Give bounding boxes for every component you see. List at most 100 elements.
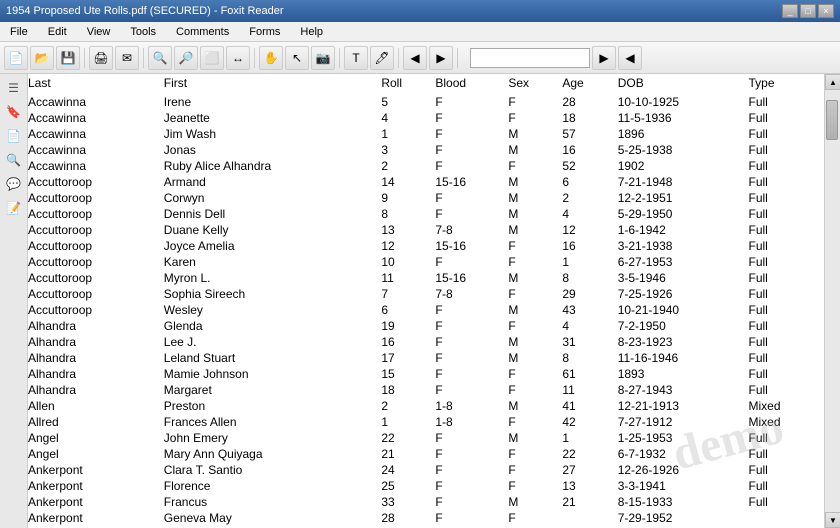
table-cell-6: 6-27-1953	[618, 254, 749, 270]
close-button[interactable]: ×	[818, 4, 834, 18]
table-cell-7: Full	[749, 254, 825, 270]
table-cell-2: 21	[381, 446, 435, 462]
sidebar-bookmark-icon[interactable]: 🔖	[4, 102, 24, 122]
window-title: 1954 Proposed Ute Rolls.pdf (SECURED) - …	[6, 5, 284, 17]
table-cell-4: F	[508, 446, 562, 462]
table-row: AccuttoroopSophia Sireech77-8F297-25-192…	[28, 286, 824, 302]
table-cell-6: 12-21-1913	[618, 398, 749, 414]
open-button[interactable]: 📂	[30, 46, 54, 70]
typewriter-button[interactable]: T	[344, 46, 368, 70]
prev-page-button[interactable]: ◀	[403, 46, 427, 70]
sidebar-comment-icon[interactable]: 💬	[4, 174, 24, 194]
table-cell-2: 19	[381, 318, 435, 334]
table-cell-3: F	[435, 318, 508, 334]
table-cell-6: 8-27-1943	[618, 382, 749, 398]
menu-comments[interactable]: Comments	[170, 24, 235, 40]
search-prev-button[interactable]: ◀	[618, 46, 642, 70]
fit-width-button[interactable]: ↔	[226, 46, 250, 70]
col-roll: Roll	[381, 74, 435, 94]
table-cell-4: F	[508, 382, 562, 398]
menu-file[interactable]: File	[4, 24, 34, 40]
search-input[interactable]	[470, 48, 590, 68]
highlight-button[interactable]: 🖊	[370, 46, 394, 70]
menu-edit[interactable]: Edit	[42, 24, 73, 40]
table-cell-5: 31	[562, 334, 617, 350]
email-button[interactable]: ✉	[115, 46, 139, 70]
table-cell-0: Accuttoroop	[28, 190, 164, 206]
menu-help[interactable]: Help	[294, 24, 329, 40]
table-cell-6: 10-10-1925	[618, 94, 749, 110]
window-controls[interactable]: _ □ ×	[782, 4, 834, 18]
menu-tools[interactable]: Tools	[124, 24, 162, 40]
table-cell-7: Full	[749, 158, 825, 174]
table-cell-6: 7-29-1952	[618, 510, 749, 526]
table-cell-1: Duane Kelly	[164, 222, 382, 238]
table-cell-3: F	[435, 478, 508, 494]
sidebar-hand-icon[interactable]: ☰	[4, 78, 24, 98]
table-cell-3: F	[435, 510, 508, 526]
table-cell-1: Florence	[164, 478, 382, 494]
table-cell-5: 22	[562, 446, 617, 462]
scroll-down-button[interactable]: ▼	[825, 512, 840, 528]
hand-tool-button[interactable]: ✋	[259, 46, 283, 70]
sidebar-page-icon[interactable]: 📄	[4, 126, 24, 146]
table-row: AccawinnaJim Wash1FM571896Full	[28, 126, 824, 142]
table-wrapper: demo Last First Roll Blood Sex Age DOB T…	[28, 74, 840, 528]
fit-page-button[interactable]: ⬜	[200, 46, 224, 70]
zoom-out-button[interactable]: 🔎	[174, 46, 198, 70]
table-cell-1: Leland Stuart	[164, 350, 382, 366]
toolbar: 📄 📂 💾 🖨 ✉ 🔍 🔎 ⬜ ↔ ✋ ↖ 📷 T 🖊 ◀ ▶ ▶ ◀	[0, 42, 840, 74]
table-cell-5: 18	[562, 110, 617, 126]
table-cell-0: Accuttoroop	[28, 254, 164, 270]
table-cell-3: 1-8	[435, 414, 508, 430]
search-go-button[interactable]: ▶	[592, 46, 616, 70]
table-cell-1: Preston	[164, 398, 382, 414]
menu-view[interactable]: View	[81, 24, 117, 40]
table-cell-6: 12-26-1926	[618, 462, 749, 478]
scroll-track[interactable]	[825, 90, 840, 512]
scroll-thumb[interactable]	[826, 100, 838, 140]
table-cell-7: Full	[749, 494, 825, 510]
table-cell-3: F	[435, 366, 508, 382]
print-button[interactable]: 🖨	[89, 46, 113, 70]
table-cell-3: F	[435, 446, 508, 462]
table-cell-1: John Emery	[164, 430, 382, 446]
table-row: AccuttoroopCorwyn9FM212-2-1951Full	[28, 190, 824, 206]
maximize-button[interactable]: □	[800, 4, 816, 18]
table-cell-0: Alhandra	[28, 382, 164, 398]
select-tool-button[interactable]: ↖	[285, 46, 309, 70]
table-cell-3: F	[435, 254, 508, 270]
table-cell-2: 5	[381, 94, 435, 110]
table-row: AngelJohn Emery22FM11-25-1953Full	[28, 430, 824, 446]
table-cell-0: Accuttoroop	[28, 302, 164, 318]
table-cell-2: 9	[381, 190, 435, 206]
table-cell-6: 5-29-1950	[618, 206, 749, 222]
scroll-up-button[interactable]: ▲	[825, 74, 840, 90]
minimize-button[interactable]: _	[782, 4, 798, 18]
table-cell-5: 28	[562, 94, 617, 110]
table-cell-6: 1-6-1942	[618, 222, 749, 238]
next-page-button[interactable]: ▶	[429, 46, 453, 70]
table-cell-7: Full	[749, 190, 825, 206]
table-cell-0: Ankerpont	[28, 510, 164, 526]
table-cell-2: 18	[381, 382, 435, 398]
save-button[interactable]: 💾	[56, 46, 80, 70]
table-row: AccuttoroopDuane Kelly137-8M121-6-1942Fu…	[28, 222, 824, 238]
table-cell-3: F	[435, 334, 508, 350]
table-row: AnkerpontGeneva May28FF7-29-1952	[28, 510, 824, 526]
table-row: AlhandraLeland Stuart17FM811-16-1946Full	[28, 350, 824, 366]
table-row: AccawinnaJeanette4FF1811-5-1936Full	[28, 110, 824, 126]
zoom-in-button[interactable]: 🔍	[148, 46, 172, 70]
new-button[interactable]: 📄	[4, 46, 28, 70]
menu-forms[interactable]: Forms	[243, 24, 286, 40]
sidebar-search-icon[interactable]: 🔍	[4, 150, 24, 170]
snapshot-button[interactable]: 📷	[311, 46, 335, 70]
table-cell-5: 57	[562, 126, 617, 142]
table-row: AllenPreston21-8M4112-21-1913Mixed	[28, 398, 824, 414]
table-row: AccuttoroopWesley6FM4310-21-1940Full	[28, 302, 824, 318]
col-dob: DOB	[618, 74, 749, 94]
table-cell-6: 3-5-1946	[618, 270, 749, 286]
table-cell-3: F	[435, 190, 508, 206]
table-cell-7: Full	[749, 366, 825, 382]
sidebar-form-icon[interactable]: 📝	[4, 198, 24, 218]
